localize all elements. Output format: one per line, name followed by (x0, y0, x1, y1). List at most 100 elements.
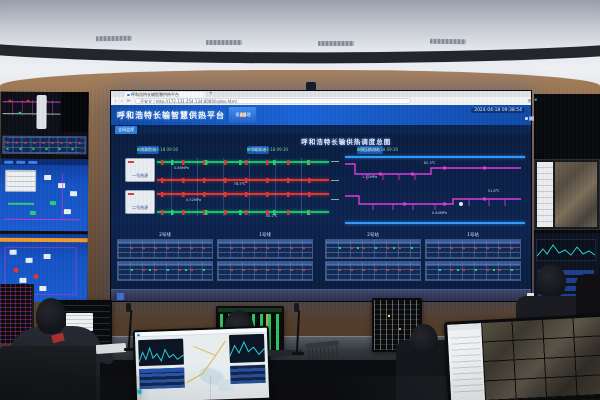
schematic-dark-area (60, 92, 88, 132)
seated-operator-head (36, 298, 66, 334)
control-room-photo: 呼和浩特长输智慧供热平台 + ‹ › ⟳ 不安全 | http://172.13… (0, 0, 600, 400)
clock: 2024-04-18 09:38:54 (471, 108, 525, 113)
schematic-station-bar (36, 95, 46, 129)
video-app-sidebar (537, 162, 553, 227)
trend-chart-panel (536, 239, 596, 261)
status-pixel (399, 328, 401, 330)
data-table (117, 239, 213, 259)
address-bar[interactable]: 不安全 | http://172.131.254.134:8080/index.… (135, 98, 411, 104)
heat-source-station-2[interactable]: 二号热源 (125, 190, 155, 214)
table-panel-line1: 1号线 (217, 232, 313, 282)
pipe-reading: 0.64MPa (432, 210, 447, 215)
equipment-box (64, 209, 71, 214)
microphone-base (292, 352, 304, 355)
desk-telephone (307, 340, 339, 359)
new-tab-button[interactable]: + (209, 91, 213, 96)
data-table (325, 261, 421, 281)
ceiling-vent (430, 39, 466, 45)
left-panel-station-diagram-1 (0, 159, 88, 232)
ceiling-vent (318, 41, 354, 46)
status-box-green (50, 201, 56, 205)
trend-line (537, 240, 595, 260)
ceiling-vent (206, 40, 242, 45)
pipe-reading: 0.52MPa (186, 197, 201, 202)
data-table (217, 239, 313, 259)
alarm-dot (13, 268, 18, 273)
platform-app-icon[interactable] (117, 293, 124, 300)
aerial-camera-view (555, 162, 597, 227)
platform-header: 呼和浩特长输智慧供热平台 监控总览 智慧调度 能耗分析 报警系统 智慧大屏 智慧… (111, 105, 531, 125)
data-tables-band: 2号线 1号线 2号站 1号站 (115, 232, 527, 288)
panel-header-bar (0, 159, 88, 166)
equipment-box (39, 286, 46, 291)
reload-icon[interactable]: ⟳ (127, 99, 130, 103)
microphone-icon (294, 303, 299, 312)
header-right-area: 2024-04-18 09:38:54 报警 消音 用户 退出 (423, 107, 527, 123)
header-chip (4, 160, 13, 163)
chart-line (138, 338, 184, 366)
data-table (325, 239, 421, 259)
pipe-reading: 0.86MPa (174, 165, 189, 170)
mini-table-grid (535, 95, 600, 154)
table-panel-station2: 2号站 (325, 232, 421, 282)
desk-monitor-cctv (444, 314, 600, 400)
diagram-title: 呼和浩特长输供热调度总图 (301, 136, 391, 146)
data-table (425, 261, 521, 281)
distribution-pipe-blue (345, 156, 525, 158)
left-wall-screens (0, 92, 89, 303)
left-chart-panel (138, 338, 184, 366)
header-chip (28, 160, 37, 163)
main-video-wall-screen: 呼和浩特长输智慧供热平台 + ‹ › ⟳ 不安全 | http://172.13… (110, 90, 532, 302)
table-panel-station1: 1号站 (425, 232, 521, 282)
forward-icon[interactable]: › (121, 99, 123, 103)
popup-dialog (5, 170, 36, 192)
schematic-data-table (2, 136, 86, 155)
pipe-reading: 82.3℃ (424, 160, 436, 165)
section-separators (171, 158, 321, 216)
microphone-icon (126, 303, 131, 312)
status-box-green (30, 211, 36, 215)
chart-line (229, 334, 266, 363)
data-table (425, 239, 521, 259)
pipe-reading: 51.8℃ (488, 188, 500, 193)
alarm-dot (33, 274, 38, 279)
scada-content: 呼和浩特长输供热调度总图 热源首站 2024-04-18 09:30 中继泵站 … (111, 134, 531, 291)
equipment-box (10, 250, 17, 255)
browser-address-row: ‹ › ⟳ 不安全 | http://172.131.254.134:8080/… (111, 97, 531, 105)
right-panel-data-tables (534, 94, 600, 156)
equipment-box (44, 254, 51, 259)
equipment-box (26, 258, 33, 263)
left-panel-pipeline-schematic (0, 92, 88, 157)
windows-taskbar (111, 289, 531, 301)
back-icon[interactable]: ‹ (115, 99, 117, 103)
pipe-reading: 78.5℃ (234, 181, 246, 186)
distribution-pipe-blue (345, 222, 525, 224)
table-panel-line2: 2号线 (117, 232, 213, 282)
equipment-box (19, 278, 26, 283)
pressure-isolation-station-bar (331, 156, 339, 218)
pipe-reading: 45.2℃ (266, 213, 278, 218)
ceiling-vent (96, 36, 132, 42)
status-pixel (388, 315, 390, 317)
data-table (117, 261, 213, 281)
mini-data-table (535, 99, 537, 101)
network-diagram: 一号热源 二号热源 0.86MPa 78.5℃ 0.52MPa 45.2℃ (115, 154, 527, 228)
heat-source-station-1[interactable]: 一号热源 (125, 158, 155, 182)
header-chip (16, 160, 25, 163)
diagram-line (4, 219, 80, 221)
standing-operator-head (536, 264, 566, 298)
equipment-box (70, 191, 77, 196)
right-panel-video-feed (534, 159, 600, 230)
right-chart-panel (229, 334, 266, 363)
orange-header-bar (0, 238, 88, 243)
page-tab-bar: ⌂ ‹ › 首页 一级网 二级网 热力站 泵站 曲线 报表 参数 全网监视 (111, 125, 531, 134)
platform-title: 呼和浩特长输智慧供热平台 (117, 110, 225, 121)
data-table (217, 261, 313, 281)
screen-glare (447, 317, 600, 400)
equipment-box (44, 175, 51, 180)
pipe-line-green (8, 203, 34, 205)
tab-network-monitor[interactable]: 全网监视 (115, 126, 137, 134)
url-text: 不安全 | http://172.131.254.134:8080/index.… (140, 99, 237, 104)
menu-report-management[interactable]: 报表管理 (229, 107, 256, 123)
pipe-reading: 1.12MPa (362, 174, 377, 179)
